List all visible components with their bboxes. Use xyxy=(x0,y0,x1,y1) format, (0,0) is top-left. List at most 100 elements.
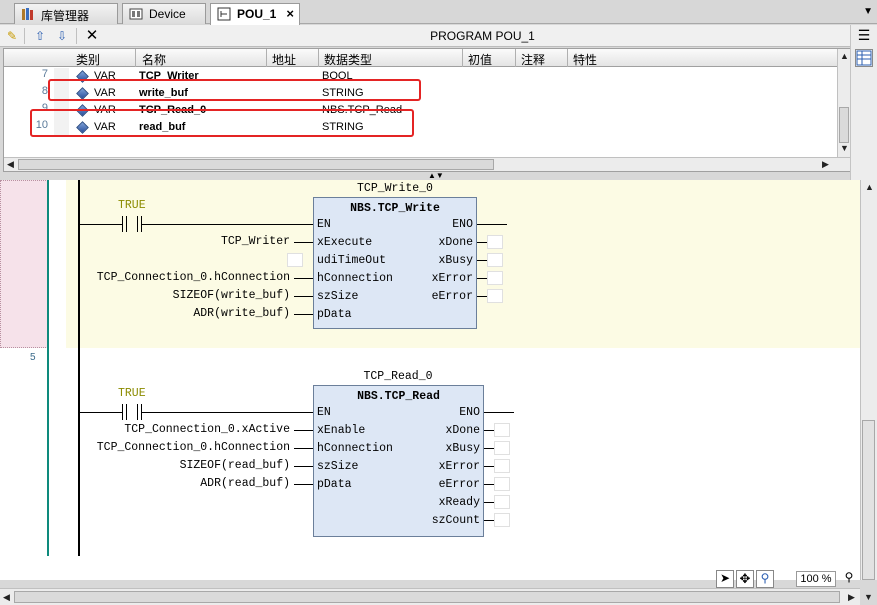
scrollbar-thumb[interactable] xyxy=(18,159,494,170)
textual-view-icon[interactable]: ☰ xyxy=(855,27,873,45)
scroll-down-icon[interactable]: ▼ xyxy=(840,143,849,153)
input-argument[interactable]: TCP_Writer xyxy=(221,235,290,248)
fb-pin-en: EN xyxy=(317,218,331,231)
horizontal-scrollbar[interactable]: ◀ ▶ xyxy=(4,157,850,171)
fb-instance-name[interactable]: TCP_Read_0 xyxy=(313,370,483,383)
output-box[interactable] xyxy=(494,477,510,491)
wire xyxy=(294,484,313,485)
wire xyxy=(484,466,494,467)
fb-output-pin: xDone xyxy=(445,424,480,437)
magnifier-icon[interactable]: ⚲ xyxy=(756,570,774,588)
wire xyxy=(80,224,122,225)
function-block-tcp-write[interactable]: NBS.TCP_Write EN ENO xExecute udiTimeOut… xyxy=(313,197,477,329)
output-box[interactable] xyxy=(487,271,503,285)
scroll-right-icon[interactable]: ▶ xyxy=(822,159,829,170)
row-number: 7 xyxy=(41,68,48,80)
tab-library-manager[interactable]: 库管理器 xyxy=(14,3,118,24)
input-argument[interactable]: TCP_Connection_0.xActive xyxy=(124,423,290,436)
fb-instance-name[interactable]: TCP_Write_0 xyxy=(313,182,477,195)
wire xyxy=(477,224,507,225)
tab-pou-1[interactable]: POU_1 × xyxy=(210,3,300,25)
column-header-category[interactable]: 类别 xyxy=(76,51,100,68)
tab-list-dropdown-icon[interactable]: ▼ xyxy=(863,6,873,17)
auto-declare-icon[interactable]: ✎ xyxy=(4,28,20,44)
fb-input-pin: szSize xyxy=(317,290,359,303)
scrollbar-thumb[interactable] xyxy=(839,107,849,143)
input-argument[interactable]: TCP_Connection_0.hConnection xyxy=(97,271,290,284)
rung-number: 5 xyxy=(30,352,36,363)
input-argument[interactable]: SIZEOF(write_buf) xyxy=(173,289,290,302)
output-box[interactable] xyxy=(494,423,510,437)
fb-output-pin: szCount xyxy=(431,514,480,527)
output-box[interactable] xyxy=(494,441,510,455)
column-header-attributes[interactable]: 特性 xyxy=(573,51,597,68)
rung-margin-line xyxy=(47,180,49,556)
column-divider xyxy=(462,49,463,67)
ladder-editor[interactable]: 5 TRUE TCP_Write_0 NBS.TCP_Write EN ENO … xyxy=(0,180,860,580)
wire xyxy=(484,520,494,521)
tab-label: POU_1 xyxy=(237,7,277,21)
wire xyxy=(294,430,313,431)
scroll-down-icon[interactable]: ▼ xyxy=(864,592,873,602)
wire xyxy=(294,296,313,297)
function-block-tcp-read[interactable]: NBS.TCP_Read EN ENO xEnable hConnection … xyxy=(313,385,484,537)
input-argument[interactable]: TCP_Connection_0.hConnection xyxy=(97,441,290,454)
tabular-view-icon[interactable] xyxy=(855,49,873,67)
close-icon[interactable]: × xyxy=(286,6,294,21)
wire xyxy=(484,412,514,413)
input-argument[interactable]: ADR(write_buf) xyxy=(193,307,290,320)
fb-input-pin: hConnection xyxy=(317,272,393,285)
horizontal-scrollbar[interactable]: ◀ ▶ xyxy=(0,588,860,605)
scroll-up-icon[interactable]: ▲ xyxy=(865,182,874,192)
column-header-address[interactable]: 地址 xyxy=(272,51,296,68)
scroll-left-icon[interactable]: ◀ xyxy=(7,159,14,170)
fb-input-pin: udiTimeOut xyxy=(317,254,387,267)
column-header-data-type[interactable]: 数据类型 xyxy=(324,51,372,68)
column-divider xyxy=(266,49,267,67)
empty-input-box[interactable] xyxy=(287,253,303,267)
output-box[interactable] xyxy=(487,235,503,249)
move-down-icon[interactable]: ⇩ xyxy=(54,28,70,44)
output-box[interactable] xyxy=(494,513,510,527)
collapse-up-icon[interactable]: ▲▼ xyxy=(428,171,444,180)
input-argument[interactable]: SIZEOF(read_buf) xyxy=(180,459,290,472)
wire xyxy=(142,412,314,413)
fb-output-pin: xError xyxy=(438,460,480,473)
zoom-level[interactable]: 100 % xyxy=(796,571,836,587)
toolbar-divider xyxy=(24,28,25,44)
scrollbar-thumb[interactable] xyxy=(862,420,875,580)
column-header-comment[interactable]: 注释 xyxy=(521,51,545,68)
move-up-icon[interactable]: ⇧ xyxy=(32,28,48,44)
output-box[interactable] xyxy=(494,459,510,473)
column-header-name[interactable]: 名称 xyxy=(142,51,166,68)
wire xyxy=(477,260,487,261)
highlight-box xyxy=(48,79,421,101)
output-box[interactable] xyxy=(494,495,510,509)
output-box[interactable] xyxy=(487,253,503,267)
column-header-initial-value[interactable]: 初值 xyxy=(468,51,492,68)
variable-declaration-table: 类别 名称 地址 数据类型 初值 注释 特性 7 VAR TCP_Writer … xyxy=(3,48,850,172)
contact-true[interactable] xyxy=(122,216,142,232)
input-argument[interactable]: ADR(read_buf) xyxy=(200,477,290,490)
pan-icon[interactable]: ✥ xyxy=(736,570,754,588)
scroll-right-icon[interactable]: ▶ xyxy=(848,592,855,603)
tab-bar: 库管理器 Device POU_1 × ▼ xyxy=(0,0,877,25)
scroll-left-icon[interactable]: ◀ xyxy=(3,592,10,603)
tab-device[interactable]: Device xyxy=(122,3,206,24)
scroll-up-icon[interactable]: ▲ xyxy=(840,51,849,61)
scrollbar-thumb[interactable] xyxy=(14,591,840,603)
rung-4-margin xyxy=(0,180,48,348)
contact-true[interactable] xyxy=(122,404,142,420)
device-icon xyxy=(129,8,143,20)
output-box[interactable] xyxy=(487,289,503,303)
zoom-options-icon[interactable]: ⚲ xyxy=(840,570,858,588)
delete-icon[interactable]: ✕ xyxy=(84,28,100,44)
wire xyxy=(484,502,494,503)
vertical-scrollbar[interactable]: ▲ ▼ xyxy=(837,49,850,157)
wire xyxy=(477,242,487,243)
select-pointer-icon[interactable]: ➤ xyxy=(716,570,734,588)
tab-label: Device xyxy=(149,7,186,21)
fb-output-pin: xBusy xyxy=(445,442,480,455)
pane-splitter[interactable]: ▲▼ xyxy=(0,171,850,180)
wire xyxy=(294,466,313,467)
